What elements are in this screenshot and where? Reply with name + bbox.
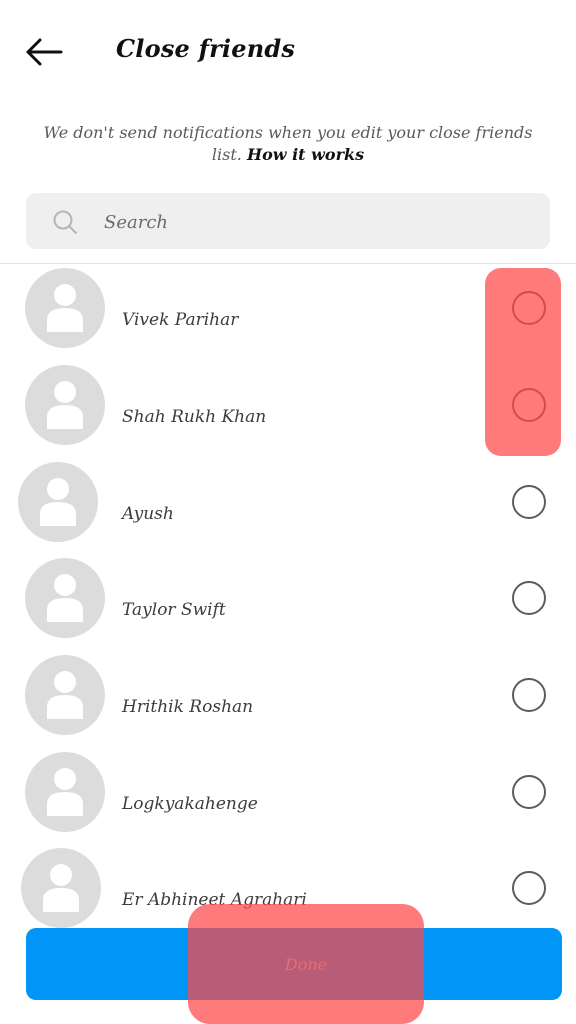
avatar — [25, 268, 105, 348]
friend-list: Vivek Parihar Shah Rukh Khan Ayush Taylor S… — [0, 264, 576, 928]
user-silhouette-icon — [43, 864, 79, 912]
friend-row[interactable]: Ayush — [0, 458, 576, 554]
select-checkbox[interactable] — [512, 388, 546, 422]
friend-name: Er Abhineet Agrahari — [122, 890, 307, 910]
friend-name: Ayush — [122, 504, 174, 524]
user-silhouette-icon — [47, 574, 83, 622]
select-checkbox[interactable] — [512, 485, 546, 519]
friend-row[interactable]: Er Abhineet Agrahari — [0, 844, 576, 940]
friend-row[interactable]: Vivek Parihar — [0, 264, 576, 360]
friend-name: Logkyakahenge — [122, 794, 258, 814]
header: Close friends — [0, 0, 576, 100]
user-silhouette-icon — [47, 381, 83, 429]
friend-row[interactable]: Hrithik Roshan — [0, 651, 576, 747]
arrow-left-icon — [26, 38, 63, 66]
done-button[interactable] — [26, 928, 562, 1000]
user-silhouette-icon — [40, 478, 76, 526]
friend-name: Hrithik Roshan — [122, 697, 254, 717]
avatar — [21, 848, 101, 928]
avatar — [25, 558, 105, 638]
select-checkbox[interactable] — [512, 775, 546, 809]
avatar — [25, 365, 105, 445]
friend-name: Vivek Parihar — [122, 310, 239, 330]
friend-name: Taylor Swift — [122, 600, 226, 620]
notice-text: We don't send notifications when you edi… — [40, 122, 536, 166]
search-input[interactable] — [102, 201, 536, 243]
select-checkbox[interactable] — [512, 678, 546, 712]
friend-name: Shah Rukh Khan — [122, 407, 267, 427]
how-it-works-link[interactable]: How it works — [247, 145, 364, 164]
friend-row[interactable]: Logkyakahenge — [0, 748, 576, 844]
friend-row[interactable]: Taylor Swift — [0, 554, 576, 650]
search-bar[interactable] — [26, 193, 550, 249]
friend-row[interactable]: Shah Rukh Khan — [0, 361, 576, 457]
select-checkbox[interactable] — [512, 581, 546, 615]
close-friends-screen: Close friends We don't send notification… — [0, 0, 576, 1024]
page-title: Close friends — [116, 34, 296, 63]
avatar — [25, 655, 105, 735]
avatar — [25, 752, 105, 832]
back-button[interactable] — [22, 32, 66, 72]
select-checkbox[interactable] — [512, 291, 546, 325]
user-silhouette-icon — [47, 671, 83, 719]
avatar — [18, 462, 98, 542]
select-checkbox[interactable] — [512, 871, 546, 905]
user-silhouette-icon — [47, 284, 83, 332]
search-icon — [53, 210, 77, 234]
user-silhouette-icon — [47, 768, 83, 816]
